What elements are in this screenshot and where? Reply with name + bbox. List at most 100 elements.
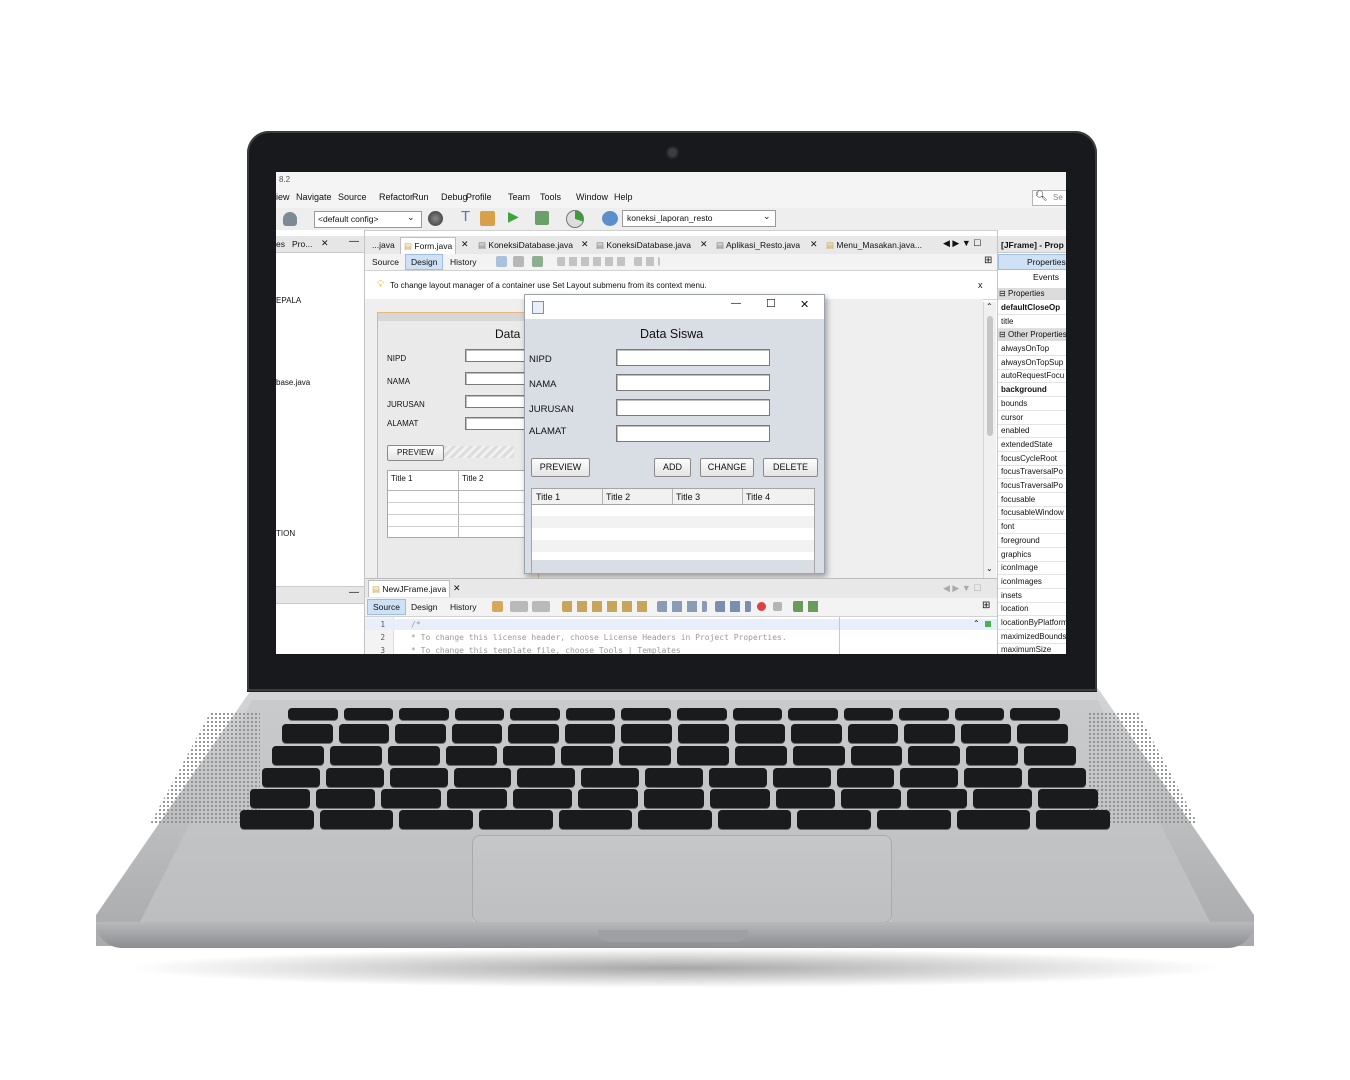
- globe-icon[interactable]: [428, 211, 443, 226]
- table-header[interactable]: Title 4: [746, 492, 770, 502]
- tab-newjframe[interactable]: ▤ NewJFrame.java: [368, 580, 451, 597]
- resize-icons[interactable]: [634, 257, 660, 266]
- other-properties-section-header[interactable]: ⊟ Other Properties: [998, 329, 1066, 341]
- table-row[interactable]: [532, 516, 814, 528]
- minimize-button[interactable]: —: [731, 298, 741, 309]
- tab-properties[interactable]: Properties: [998, 254, 1066, 270]
- bookmark-icons[interactable]: [657, 601, 707, 612]
- menu-item[interactable]: Debug: [441, 192, 468, 202]
- design-preview-button[interactable]: PREVIEW: [387, 445, 444, 461]
- property-row[interactable]: iconImage: [998, 561, 1066, 576]
- redo-icon[interactable]: [283, 212, 297, 226]
- property-row[interactable]: focusTraversalPo: [998, 465, 1066, 480]
- collapse-icon[interactable]: ⊟: [999, 330, 1006, 339]
- property-row[interactable]: focusableWindow: [998, 506, 1066, 521]
- selection-mode-icon[interactable]: [496, 256, 507, 267]
- tab-menu-masakan[interactable]: ▤ Menu_Masakan.java...: [823, 237, 925, 253]
- property-row[interactable]: foreground: [998, 534, 1066, 548]
- back-icon[interactable]: [510, 601, 528, 612]
- hint-close-button[interactable]: x: [978, 280, 983, 290]
- clean-build-icon[interactable]: [480, 211, 495, 226]
- property-row[interactable]: locationByPlatform: [998, 616, 1066, 630]
- search-tools-icons[interactable]: [562, 601, 652, 612]
- last-edit-icon[interactable]: [492, 601, 503, 612]
- expand-icon[interactable]: ⊞: [982, 600, 990, 611]
- toggle-source[interactable]: Source: [367, 255, 404, 269]
- property-row[interactable]: autoRequestFocu: [998, 369, 1066, 384]
- property-row[interactable]: maximumSize: [998, 643, 1066, 654]
- property-row[interactable]: enabled: [998, 424, 1066, 439]
- config-select[interactable]: <default config> ⌄: [314, 211, 422, 228]
- project-select[interactable]: koneksi_laporan_resto ⌄: [622, 210, 776, 227]
- property-row[interactable]: bounds: [998, 397, 1066, 411]
- delete-button[interactable]: DELETE: [763, 458, 818, 477]
- toggle-history[interactable]: History: [445, 255, 481, 269]
- scroll-thumb[interactable]: [987, 316, 993, 436]
- property-row[interactable]: maximizedBounds: [998, 630, 1066, 644]
- toggle-design[interactable]: Design: [405, 254, 444, 270]
- property-row[interactable]: focusCycleRoot: [998, 452, 1066, 466]
- macro-record-icon[interactable]: [757, 602, 766, 611]
- property-row[interactable]: alwaysOnTopSup: [998, 356, 1066, 370]
- menu-item[interactable]: Help: [614, 192, 633, 202]
- tree-item[interactable]: EPALA: [276, 296, 301, 305]
- tab-projects[interactable]: Pro...: [292, 239, 312, 249]
- property-row[interactable]: insets: [998, 589, 1066, 603]
- tab-koneksi-2[interactable]: ▤ KoneksiDatabase.java: [593, 237, 694, 253]
- close-button[interactable]: ✕: [800, 298, 809, 311]
- close-icon[interactable]: ✕: [810, 239, 818, 250]
- menu-item[interactable]: Team: [508, 192, 530, 202]
- property-row[interactable]: extendedState: [998, 438, 1066, 452]
- expand-icon[interactable]: ⊞: [984, 255, 992, 266]
- tab-nav-arrows-icon[interactable]: ◀ ▶ ▼ ☐: [943, 583, 981, 594]
- table-header[interactable]: Title 1: [536, 492, 560, 502]
- toggle-history[interactable]: History: [445, 600, 481, 614]
- debug-icon[interactable]: [535, 211, 549, 225]
- hammer-icon[interactable]: T: [461, 208, 470, 225]
- close-icon[interactable]: ✕: [453, 583, 461, 594]
- preview-button[interactable]: PREVIEW: [531, 458, 590, 477]
- property-row[interactable]: focusTraversalPo: [998, 479, 1066, 493]
- comment-icons[interactable]: [793, 601, 823, 612]
- menu-item[interactable]: Run: [412, 192, 429, 202]
- menu-item[interactable]: Source: [338, 192, 367, 202]
- property-row[interactable]: title: [998, 315, 1066, 329]
- close-icon[interactable]: ✕: [700, 239, 708, 250]
- code-editor[interactable]: 1 2 3 /* * To change this license header…: [365, 617, 997, 654]
- property-row[interactable]: cursor: [998, 411, 1066, 425]
- forward-icon[interactable]: [532, 601, 550, 612]
- close-icon[interactable]: ✕: [321, 238, 329, 249]
- add-button[interactable]: ADD: [654, 458, 691, 477]
- table-header[interactable]: Title 2: [606, 492, 630, 502]
- shift-line-icons[interactable]: [715, 601, 751, 612]
- property-row[interactable]: defaultCloseOp: [998, 301, 1066, 315]
- canvas-scrollbar[interactable]: ⌃ ⌄: [983, 302, 996, 578]
- macro-stop-icon[interactable]: [773, 602, 782, 611]
- scroll-up-icon[interactable]: ⌃: [973, 619, 980, 628]
- property-row[interactable]: focusable: [998, 493, 1066, 507]
- preview-design-icon[interactable]: [532, 256, 543, 267]
- tab-form-java[interactable]: ▤ Form.java: [400, 237, 457, 254]
- search-box[interactable]: 🔍︎ Se: [1032, 190, 1066, 206]
- property-row[interactable]: iconImages: [998, 575, 1066, 589]
- jurusan-input[interactable]: [616, 399, 770, 416]
- tab-events[interactable]: Events: [1033, 272, 1059, 282]
- property-row[interactable]: graphics: [998, 548, 1066, 562]
- scroll-down-icon[interactable]: ⌄: [986, 564, 993, 573]
- property-row[interactable]: background: [998, 383, 1066, 398]
- toggle-source[interactable]: Source: [367, 599, 406, 615]
- tab-services[interactable]: es: [276, 239, 285, 249]
- connection-mode-icon[interactable]: [513, 256, 524, 267]
- data-table[interactable]: Title 1 Title 2 Title 3 Title 4: [531, 488, 815, 574]
- tab-koneksi-1[interactable]: ▤ KoneksiDatabase.java: [475, 237, 576, 253]
- menu-item[interactable]: Tools: [540, 192, 561, 202]
- menu-item[interactable]: Window: [576, 192, 608, 202]
- table-row[interactable]: [532, 540, 814, 552]
- design-table[interactable]: Title 1 Title 2: [387, 470, 529, 538]
- close-icon[interactable]: ✕: [581, 239, 589, 250]
- properties-section-header[interactable]: ⊟ Properties: [998, 288, 1066, 300]
- property-row[interactable]: location: [998, 602, 1066, 617]
- scroll-up-icon[interactable]: ⌃: [986, 302, 993, 311]
- tree-item[interactable]: base.java: [276, 378, 310, 387]
- menu-item[interactable]: Profile: [466, 192, 492, 202]
